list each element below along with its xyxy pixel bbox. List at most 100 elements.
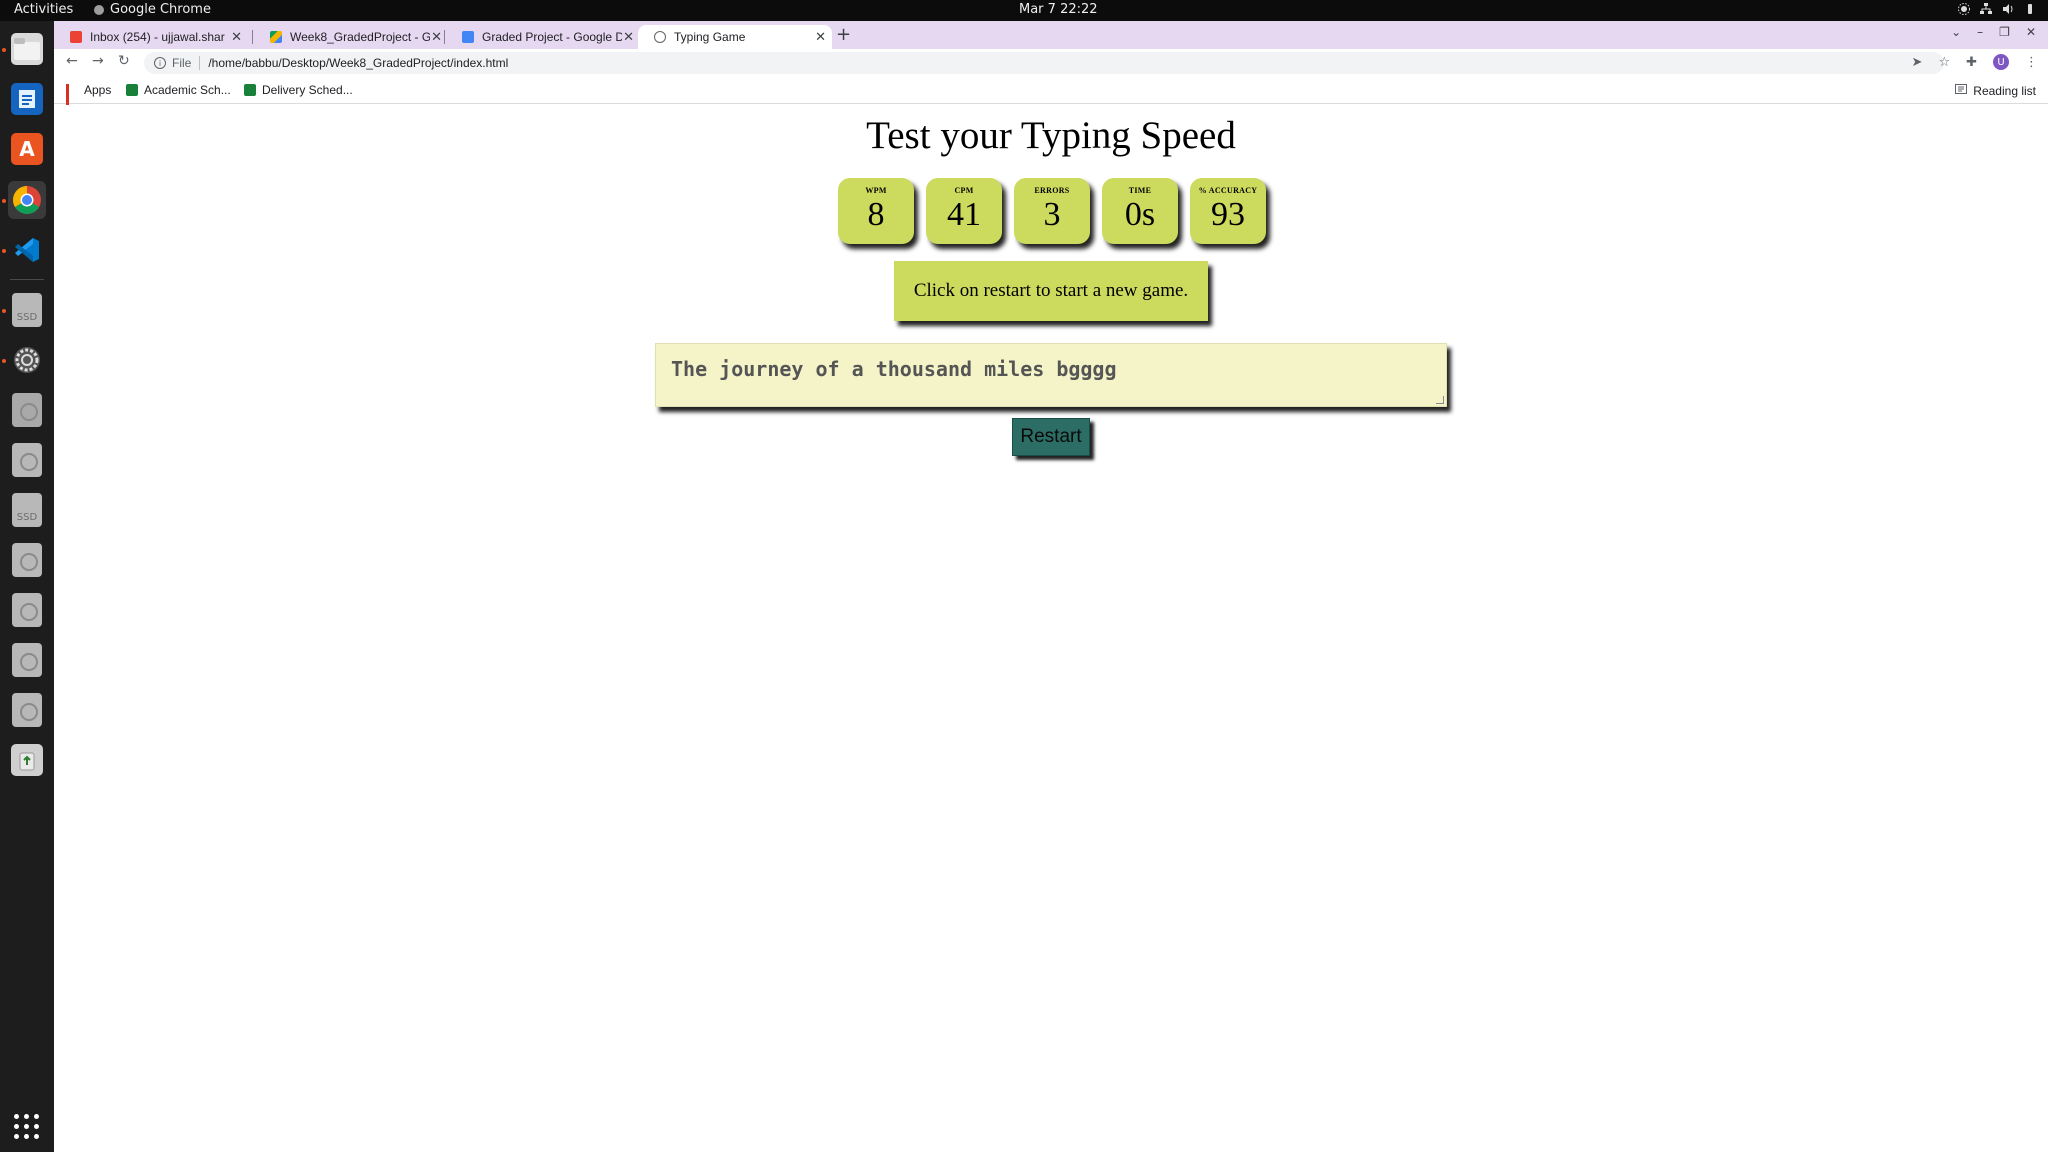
- tab-strip: Inbox (254) - ujjawal.shar ✕ Week8_Grade…: [54, 21, 2048, 49]
- disk-icon: [12, 643, 42, 677]
- system-tray[interactable]: [1958, 3, 2036, 15]
- dock: A SSD SSD: [0, 21, 54, 1152]
- app-menu[interactable]: Google Chrome: [94, 2, 211, 17]
- resize-handle[interactable]: [1436, 396, 1444, 404]
- tab-graded-project-doc[interactable]: Graded Project - Google D ✕: [446, 25, 640, 49]
- running-indicator: [2, 309, 6, 313]
- bookmark-academic-schedule[interactable]: Academic Sch...: [126, 83, 231, 97]
- bookmark-apps[interactable]: Apps: [66, 83, 112, 111]
- power-icon: [2024, 3, 2036, 15]
- ssd-drive-icon: SSD: [12, 493, 42, 527]
- new-tab-button[interactable]: +: [836, 24, 851, 45]
- dock-disk-5[interactable]: [8, 691, 46, 729]
- dock-trash[interactable]: [8, 741, 46, 779]
- clock[interactable]: Mar 7 22:22: [1019, 2, 1098, 17]
- dock-software[interactable]: A: [8, 130, 46, 168]
- stat-label: % ACCURACY: [1198, 186, 1258, 195]
- software-icon: A: [11, 133, 43, 165]
- forward-icon[interactable]: →: [92, 53, 104, 69]
- back-icon[interactable]: ←: [66, 53, 78, 69]
- tab-separator: [444, 30, 445, 44]
- reading-list-button[interactable]: Reading list: [1955, 83, 2036, 98]
- reading-list-label: Reading list: [1973, 83, 2036, 98]
- reload-icon[interactable]: ↻: [118, 53, 130, 69]
- running-indicator: [2, 249, 6, 253]
- close-window-icon[interactable]: ✕: [2026, 25, 2036, 39]
- gmail-icon: [70, 31, 82, 43]
- dock-disk-2[interactable]: [8, 541, 46, 579]
- extensions-icon[interactable]: ✚: [1966, 55, 1977, 70]
- bookmarks-bar: Apps Academic Sch... Delivery Sched... R…: [54, 77, 2048, 111]
- dock-disk-3[interactable]: [8, 591, 46, 629]
- dock-ssd-1[interactable]: SSD: [8, 291, 46, 329]
- toolbar-actions: ➤ ☆ ✚ U ⋮: [1912, 54, 2038, 70]
- dock-separator: [10, 279, 44, 280]
- disk-icon: [12, 593, 42, 627]
- drive-icon: [270, 31, 282, 43]
- running-indicator: [2, 48, 6, 52]
- stat-time: TIME 0s: [1102, 178, 1178, 244]
- typing-input[interactable]: The journey of a thousand miles bgggg: [655, 343, 1447, 407]
- bookmark-label: Academic Sch...: [144, 83, 231, 97]
- tab-title: Typing Game: [674, 30, 746, 44]
- dock-ssd-2[interactable]: SSD: [8, 491, 46, 529]
- tab-title: Inbox (254) - ujjawal.shar: [90, 30, 225, 44]
- sheets-icon: [244, 84, 256, 96]
- window-controls: ⌄ – ❐ ✕: [1951, 25, 2036, 39]
- bookmark-label: Apps: [84, 83, 112, 97]
- restart-button[interactable]: Restart: [1012, 418, 1090, 456]
- url-text[interactable]: /home/babbu/Desktop/Week8_GradedProject/…: [208, 56, 508, 70]
- show-applications-button[interactable]: [14, 1114, 40, 1140]
- tab-separator: [252, 30, 253, 44]
- disk-icon: [12, 693, 42, 727]
- dock-disk-1[interactable]: [8, 441, 46, 479]
- files-icon: [11, 33, 43, 65]
- chrome-small-icon: [94, 4, 104, 15]
- close-icon[interactable]: ✕: [623, 29, 634, 45]
- address-bar[interactable]: i File /home/babbu/Desktop/Week8_GradedP…: [144, 52, 1944, 74]
- stat-cpm: CPM 41: [926, 178, 1002, 244]
- stat-value: 93: [1211, 196, 1245, 233]
- chrome-icon: [11, 184, 43, 216]
- brightness-icon: [1958, 3, 1970, 15]
- dock-settings[interactable]: [8, 341, 46, 379]
- stats-row: WPM 8 CPM 41 ERRORS 3 TIME 0s % ACCURACY…: [838, 178, 1266, 244]
- stat-label: TIME: [1128, 186, 1152, 195]
- stat-value: 41: [947, 196, 981, 233]
- tab-typing-game[interactable]: Typing Game ✕: [638, 25, 832, 49]
- dock-files[interactable]: [8, 30, 46, 68]
- dock-chrome[interactable]: [8, 181, 46, 219]
- disk-icon: [12, 543, 42, 577]
- tab-inbox[interactable]: Inbox (254) - ujjawal.shar ✕: [54, 25, 248, 49]
- quote-display: Click on restart to start a new game.: [894, 261, 1208, 321]
- dock-drive-1[interactable]: [8, 391, 46, 429]
- docs-icon: [462, 31, 474, 43]
- page-content: Test your Typing Speed WPM 8 CPM 41 ERRO…: [54, 105, 2048, 1152]
- tab-week8-graded-project[interactable]: Week8_GradedProject - G ✕: [254, 25, 448, 49]
- stat-label: WPM: [865, 186, 887, 195]
- close-icon[interactable]: ✕: [815, 29, 826, 45]
- running-indicator: [2, 199, 6, 203]
- dock-vscode[interactable]: [8, 231, 46, 269]
- tab-search-icon[interactable]: ⌄: [1951, 25, 1961, 39]
- site-info-icon[interactable]: i: [154, 57, 166, 69]
- close-icon[interactable]: ✕: [431, 29, 442, 45]
- stat-accuracy: % ACCURACY 93: [1190, 178, 1266, 244]
- bookmark-star-icon[interactable]: ☆: [1938, 55, 1950, 70]
- dock-writer[interactable]: [8, 80, 46, 118]
- send-tab-icon[interactable]: ➤: [1912, 55, 1923, 70]
- drive-icon: [12, 393, 42, 427]
- menu-icon[interactable]: ⋮: [2025, 55, 2038, 70]
- typed-text: The journey of a thousand miles bgggg: [671, 357, 1117, 381]
- minimize-icon[interactable]: –: [1977, 25, 1983, 39]
- sheets-icon: [126, 84, 138, 96]
- profile-avatar[interactable]: U: [1993, 54, 2009, 70]
- dock-disk-4[interactable]: [8, 641, 46, 679]
- close-icon[interactable]: ✕: [231, 29, 242, 45]
- activities-button[interactable]: Activities: [14, 2, 73, 17]
- stat-label: ERRORS: [1034, 186, 1070, 195]
- stat-errors: ERRORS 3: [1014, 178, 1090, 244]
- bookmark-delivery-schedule[interactable]: Delivery Sched...: [244, 83, 353, 97]
- restore-icon[interactable]: ❐: [1999, 25, 2010, 39]
- app-menu-label: Google Chrome: [110, 2, 211, 17]
